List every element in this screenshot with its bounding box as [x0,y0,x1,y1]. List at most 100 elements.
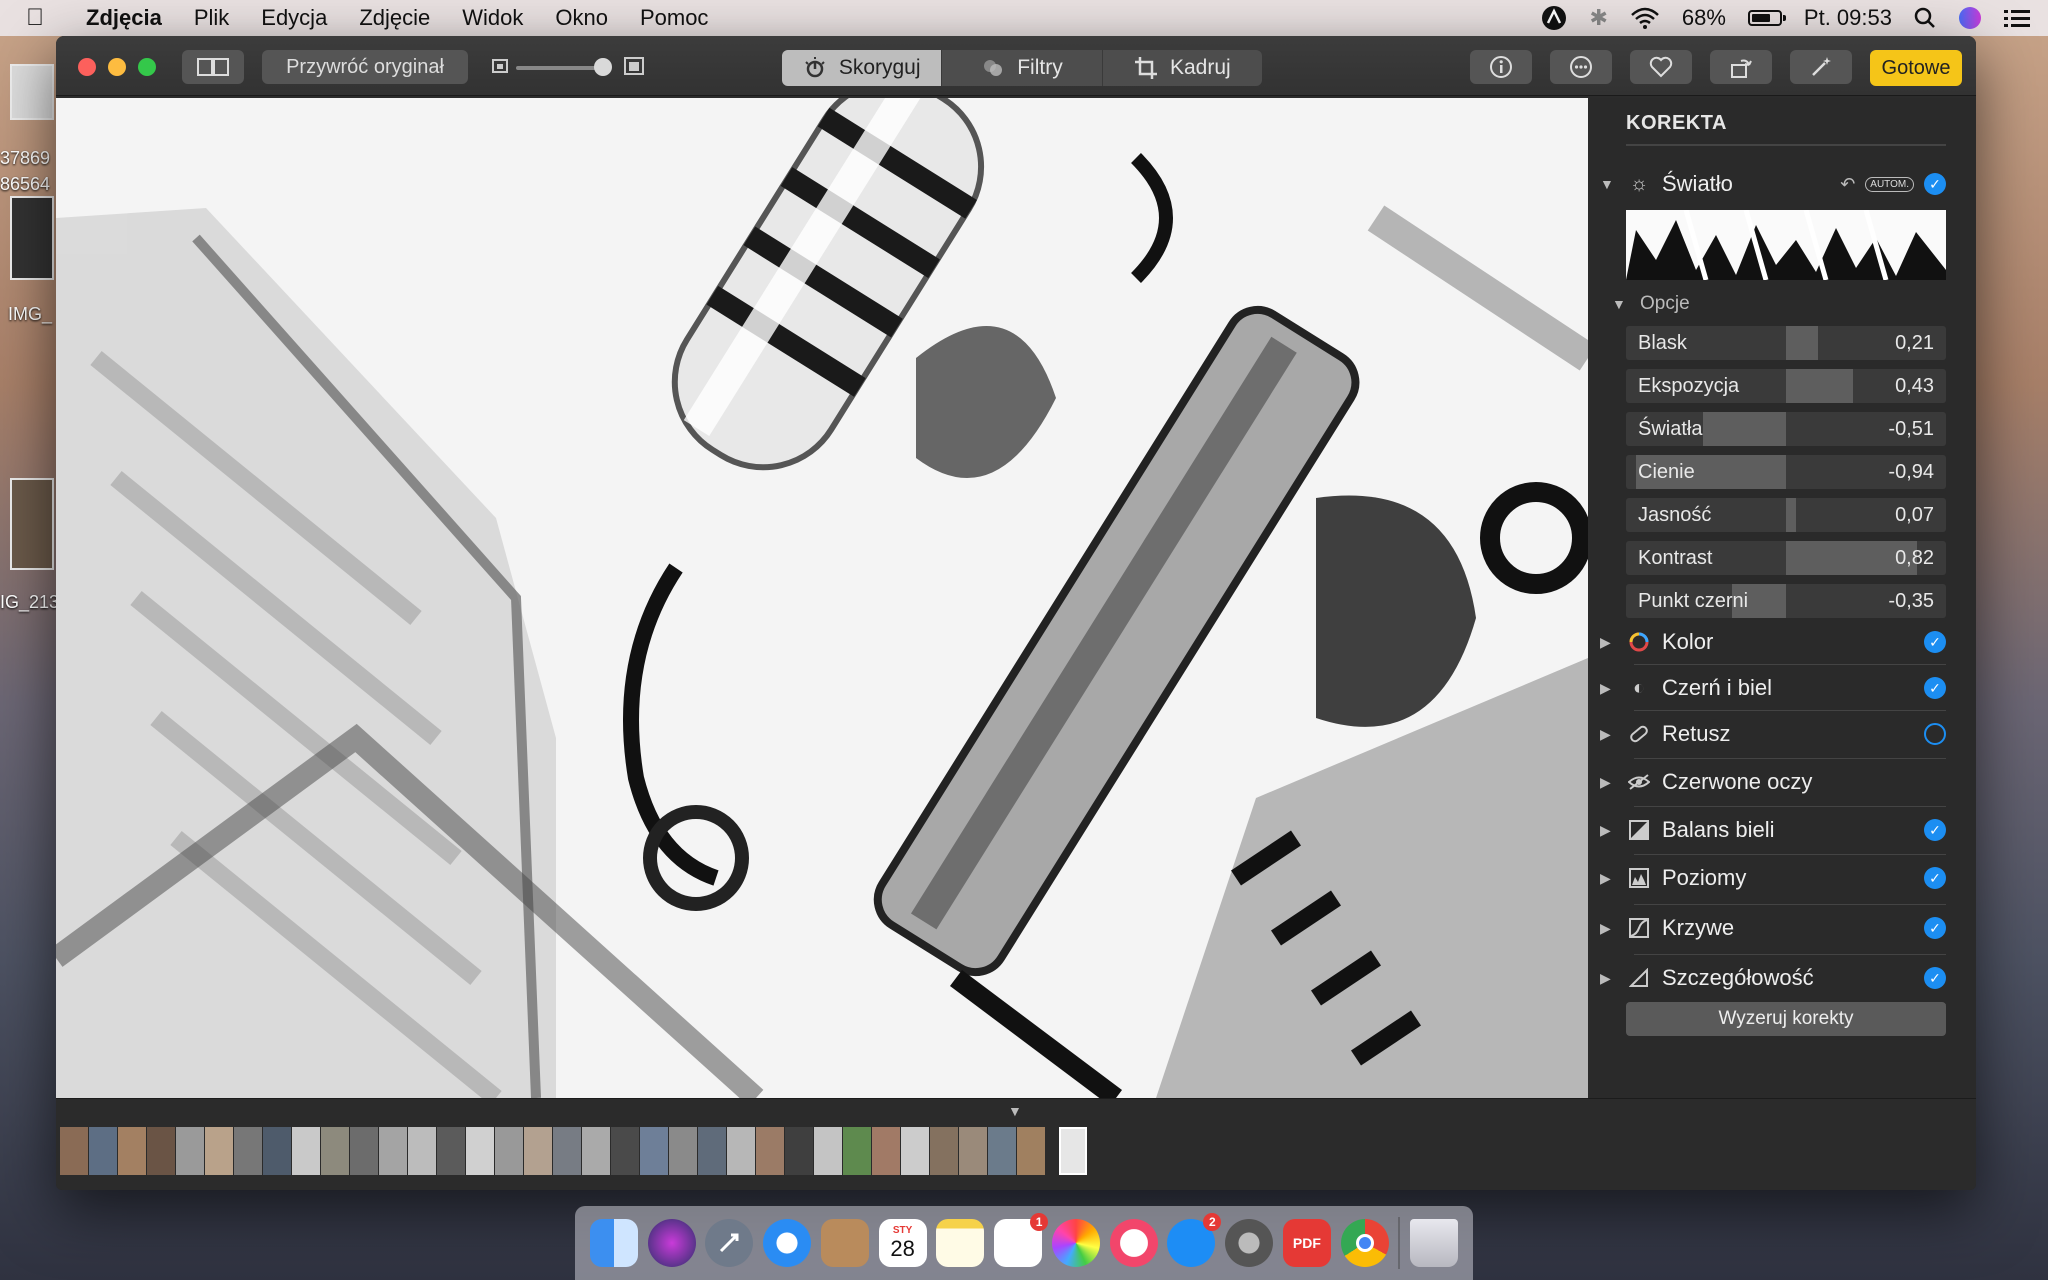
section-krzywe[interactable]: ▶ Krzywe ✓ [1600,908,1946,948]
filmstrip-thumb[interactable] [495,1127,523,1175]
filmstrip-thumb-current[interactable] [1059,1127,1087,1175]
filmstrip-thumb[interactable] [1046,1127,1058,1175]
filmstrip-thumb[interactable] [843,1127,871,1175]
pdf-app-icon[interactable]: PDF [1282,1219,1331,1267]
filmstrip-thumb[interactable] [959,1127,987,1175]
favorite-button[interactable] [1630,50,1692,84]
slider-cienie[interactable]: Cienie -0,94 [1626,455,1946,489]
filmstrip-thumb[interactable] [901,1127,929,1175]
filmstrip-thumb[interactable] [930,1127,958,1175]
enabled-checkmark-icon[interactable]: ✓ [1924,917,1946,939]
zoom-out-icon[interactable] [492,58,508,79]
photos-icon[interactable] [1051,1219,1100,1267]
filmstrip-thumb[interactable] [785,1127,813,1175]
zoom-slider[interactable] [516,66,604,70]
disabled-circle-icon[interactable] [1924,723,1946,745]
filmstrip-thumb[interactable] [263,1127,291,1175]
menu-widok[interactable]: Widok [446,5,539,31]
filmstrip-thumb[interactable] [408,1127,436,1175]
tab-skoryguj[interactable]: Skoryguj [782,50,943,86]
reset-adjustments-button[interactable]: Wyzeruj korekty [1626,1002,1946,1036]
battery-icon[interactable] [1747,10,1786,26]
section-kolor[interactable]: ▶ Kolor ✓ [1600,622,1946,662]
slider-jasnosc[interactable]: Jasność 0,07 [1626,498,1946,532]
apple-menu-icon[interactable]:  [0,4,70,32]
close-button[interactable] [78,58,96,76]
filmstrip-thumb[interactable] [1017,1127,1045,1175]
filmstrip-thumb[interactable] [176,1127,204,1175]
bluetooth-icon[interactable]: ✱ [1589,5,1607,31]
contacts-icon[interactable] [820,1219,869,1267]
compare-split-button[interactable] [182,50,244,84]
disclosure-closed-icon[interactable]: ▶ [1600,774,1622,791]
system-preferences-icon[interactable] [1225,1219,1274,1267]
filmstrip-thumb[interactable] [582,1127,610,1175]
section-poziomy[interactable]: ▶ Poziomy ✓ [1600,858,1946,898]
slider-blask[interactable]: Blask 0,21 [1626,326,1946,360]
menu-plik[interactable]: Plik [178,5,245,31]
desktop-file-thumb[interactable] [10,196,54,280]
siri-dock-icon[interactable] [647,1219,696,1267]
section-szczegolowosc[interactable]: ▶ Szczegółowość ✓ [1600,958,1946,998]
filmstrip-thumb[interactable] [814,1127,842,1175]
notification-center-icon[interactable] [2004,8,2030,28]
filmstrip-thumb[interactable] [205,1127,233,1175]
info-button[interactable] [1470,50,1532,84]
app-status-icon[interactable] [1541,5,1567,31]
section-light[interactable]: ▼ ☼ Światło ↶ AUTOM. ✓ [1600,164,1946,204]
filmstrip-thumb[interactable] [234,1127,262,1175]
minimize-button[interactable] [108,58,126,76]
disclosure-closed-icon[interactable]: ▶ [1600,634,1622,651]
slider-ekspozycja[interactable]: Ekspozycja 0,43 [1626,369,1946,403]
filmstrip-thumb[interactable] [611,1127,639,1175]
light-histogram-preview[interactable] [1626,210,1946,280]
light-enabled-checkmark-icon[interactable]: ✓ [1924,173,1946,195]
filmstrip-thumb[interactable] [350,1127,378,1175]
section-retusz[interactable]: ▶ Retusz [1600,714,1946,754]
notes-icon[interactable] [936,1219,985,1267]
section-czern-i-biel[interactable]: ▶ ◐ Czerń i biel ✓ [1600,668,1946,708]
filmstrip-thumb[interactable] [727,1127,755,1175]
disclosure-closed-icon[interactable]: ▶ [1600,920,1622,937]
disclosure-closed-icon[interactable]: ▶ [1600,680,1622,697]
menu-zdjecie[interactable]: Zdjęcie [343,5,446,31]
reminders-icon[interactable]: 1 [994,1213,1049,1267]
battery-percent[interactable]: 68% [1682,5,1726,31]
menu-pomoc[interactable]: Pomoc [624,5,724,31]
menu-okno[interactable]: Okno [539,5,624,31]
filmstrip-thumb[interactable] [147,1127,175,1175]
undo-icon[interactable]: ↶ [1840,174,1855,195]
tab-kadruj[interactable]: Kadruj [1103,50,1262,86]
photo-canvas[interactable] [56,98,1588,1098]
disclosure-open-icon[interactable]: ▼ [1612,296,1634,312]
trash-icon[interactable] [1410,1219,1459,1267]
section-balans-bieli[interactable]: ▶ Balans bieli ✓ [1600,810,1946,850]
menu-edycja[interactable]: Edycja [245,5,343,31]
filmstrip-thumb[interactable] [292,1127,320,1175]
options-toggle[interactable]: ▼ Opcje [1600,284,1946,324]
slider-kontrast[interactable]: Kontrast 0,82 [1626,541,1946,575]
enabled-checkmark-icon[interactable]: ✓ [1924,867,1946,889]
filmstrip-thumb[interactable] [872,1127,900,1175]
disclosure-closed-icon[interactable]: ▶ [1600,870,1622,887]
maximize-button[interactable] [138,58,156,76]
filmstrip-thumb[interactable] [698,1127,726,1175]
calendar-icon[interactable]: STY 28 [878,1219,927,1267]
filmstrip-thumb[interactable] [524,1127,552,1175]
desktop-file-thumb[interactable] [10,478,54,570]
filmstrip-thumb[interactable] [669,1127,697,1175]
launchpad-icon[interactable] [705,1219,754,1267]
section-czerwone-oczy[interactable]: ▶ Czerwone oczy [1600,762,1946,802]
filmstrip-thumb[interactable] [321,1127,349,1175]
filmstrip-thumb[interactable] [89,1127,117,1175]
filmstrip-thumb[interactable] [379,1127,407,1175]
disclosure-closed-icon[interactable]: ▶ [1600,970,1622,987]
tab-filtry[interactable]: Filtry [942,50,1103,86]
filmstrip-thumb[interactable] [466,1127,494,1175]
auto-button[interactable]: AUTOM. [1865,176,1914,192]
disclosure-closed-icon[interactable]: ▶ [1600,822,1622,839]
zoom-slider-knob[interactable] [594,58,612,76]
disclosure-closed-icon[interactable]: ▶ [1600,726,1622,743]
slider-punkt-czerni[interactable]: Punkt czerni -0,35 [1626,584,1946,618]
desktop-file-thumb[interactable] [10,64,54,120]
